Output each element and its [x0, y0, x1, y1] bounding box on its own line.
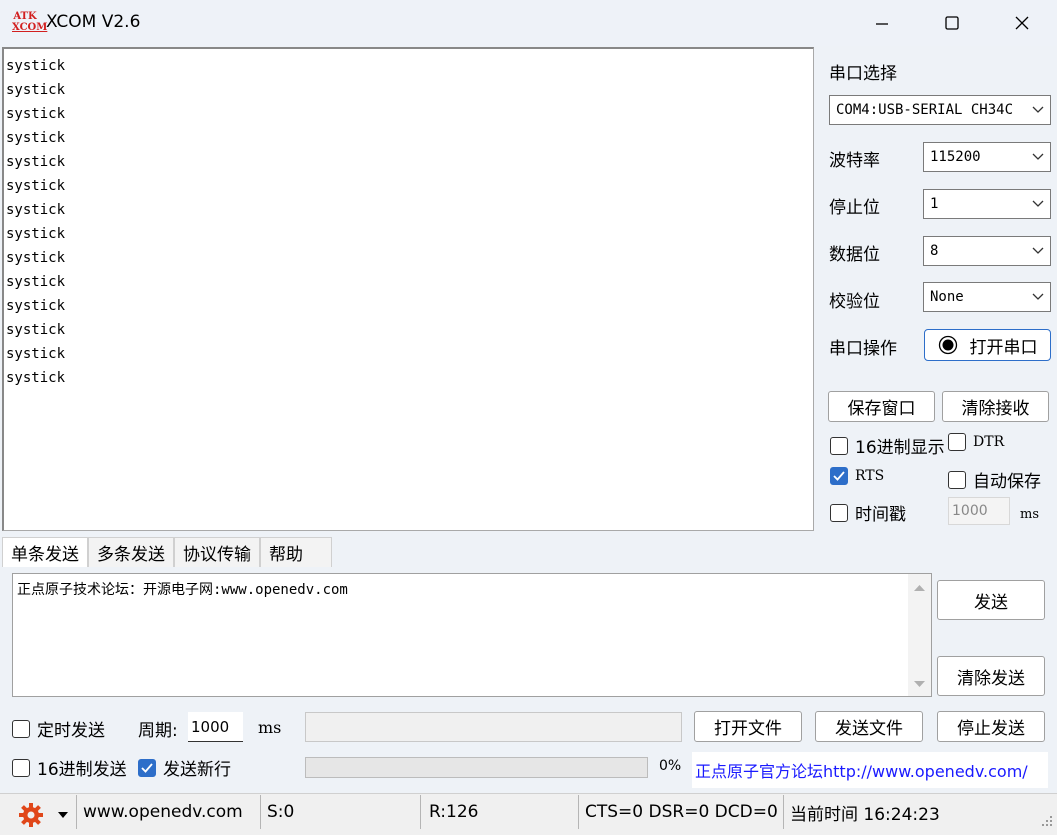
checkbox-box: [830, 503, 848, 522]
send-scrollbar[interactable]: [908, 574, 931, 696]
scroll-up-icon: [914, 585, 925, 591]
checkbox-box: [12, 719, 30, 738]
receive-line: systick: [6, 178, 66, 194]
send-file-button[interactable]: 发送文件: [815, 711, 923, 742]
minimize-button[interactable]: [847, 0, 917, 46]
parity-value: None: [930, 289, 964, 305]
baud-combo[interactable]: 115200: [923, 142, 1051, 172]
tab-protocol[interactable]: 协议传输: [174, 537, 260, 567]
file-path-input[interactable]: [305, 712, 682, 742]
data-bits-combo[interactable]: 8: [923, 236, 1051, 266]
progress-text: 0%: [659, 758, 682, 774]
dtr-checkbox[interactable]: DTR: [948, 433, 1004, 451]
receive-line: systick: [6, 370, 66, 386]
tab-multi-send[interactable]: 多条发送: [88, 537, 174, 567]
port-op-label: 串口操作: [829, 339, 897, 359]
checkbox-box: [948, 470, 966, 489]
status-time: 当前时间 16:24:23: [783, 795, 1033, 829]
app-logo: ATK XCOM: [12, 11, 48, 33]
receive-line: systick: [6, 274, 66, 290]
port-combo[interactable]: COM4:USB-SERIAL CH34C: [829, 95, 1051, 125]
rts-checkbox[interactable]: RTS: [830, 467, 884, 485]
save-window-button[interactable]: 保存窗口: [828, 391, 935, 422]
stop-bits-value: 1: [930, 196, 939, 212]
chevron-down-icon: [1032, 293, 1044, 300]
period-label: 周期:: [138, 721, 178, 741]
receive-line: systick: [6, 322, 66, 338]
baud-label: 波特率: [829, 151, 880, 171]
tab-single-send[interactable]: 单条发送: [2, 537, 88, 567]
minimize-icon: [876, 23, 888, 25]
parity-label: 校验位: [829, 292, 880, 312]
receive-line: systick: [6, 298, 66, 314]
period-unit: ms: [258, 718, 282, 737]
timed-send-checkbox[interactable]: 定时发送: [12, 716, 105, 741]
resize-grip-icon[interactable]: [1040, 814, 1054, 828]
data-bits-value: 8: [930, 243, 939, 259]
caret-down-icon: [58, 812, 68, 818]
clear-send-button[interactable]: 清除发送: [937, 656, 1045, 696]
receive-line: systick: [6, 226, 66, 242]
timestamp-checkbox[interactable]: 时间戳: [830, 500, 906, 525]
check-icon: [833, 471, 845, 481]
checkbox-box: [830, 467, 848, 485]
parity-combo[interactable]: None: [923, 282, 1051, 312]
port-value: COM4:USB-SERIAL CH34C: [836, 102, 1014, 118]
tab-help[interactable]: 帮助: [260, 537, 332, 567]
receive-line: systick: [6, 250, 66, 266]
receive-line: systick: [6, 82, 66, 98]
stop-send-button[interactable]: 停止发送: [937, 711, 1045, 742]
checkbox-box: [138, 758, 156, 777]
checkbox-box: [12, 758, 30, 777]
maximize-button[interactable]: [917, 0, 987, 46]
receive-line: systick: [6, 346, 66, 362]
status-received-count: R:126: [420, 795, 578, 829]
open-port-button[interactable]: 打开串口: [924, 329, 1051, 361]
receive-line: systick: [6, 154, 66, 170]
timestamp-interval-input[interactable]: 1000: [948, 497, 1010, 525]
forum-link[interactable]: 正点原子官方论坛http://www.openedv.com/: [692, 752, 1048, 788]
open-file-button[interactable]: 打开文件: [694, 711, 802, 742]
port-select-label: 串口选择: [829, 64, 897, 84]
receive-line: systick: [6, 130, 66, 146]
baud-value: 115200: [930, 149, 981, 165]
send-textarea[interactable]: 正点原子技术论坛：开源电子网:www.openedv.com: [12, 573, 932, 697]
receive-line: systick: [6, 202, 66, 218]
gear-icon: [19, 803, 43, 827]
timestamp-unit: ms: [1020, 507, 1039, 522]
check-icon: [141, 762, 153, 773]
receive-line: systick: [6, 106, 66, 122]
clear-receive-button[interactable]: 清除接收: [942, 391, 1049, 422]
chevron-down-icon: [1032, 247, 1044, 254]
window-title: XCOM V2.6: [46, 12, 141, 32]
status-signals: CTS=0 DSR=0 DCD=0: [578, 795, 783, 829]
send-progress-bar: [305, 757, 648, 778]
close-button[interactable]: [987, 0, 1057, 46]
checkbox-box: [830, 436, 848, 455]
chevron-down-icon: [1032, 153, 1044, 160]
send-newline-checkbox[interactable]: 发送新行: [138, 755, 231, 780]
receive-line: systick: [6, 58, 66, 74]
send-button[interactable]: 发送: [937, 580, 1045, 620]
receive-textarea[interactable]: systick systick systick systick systick systi…: [2, 47, 814, 531]
status-site: www.openedv.com: [76, 795, 260, 829]
scroll-down-icon: [914, 681, 925, 687]
hex-send-checkbox[interactable]: 16进制发送: [12, 755, 127, 780]
period-input[interactable]: 1000: [188, 712, 243, 742]
hex-display-checkbox[interactable]: 16进制显示: [830, 433, 945, 458]
checkbox-box: [948, 433, 966, 451]
send-tabs: 单条发送 多条发送 协议传输 帮助: [2, 537, 332, 567]
record-icon: [938, 335, 957, 355]
stop-bits-combo[interactable]: 1: [923, 189, 1051, 219]
settings-menu-button[interactable]: [16, 801, 76, 829]
chevron-down-icon: [1032, 200, 1044, 207]
maximize-icon: [945, 16, 959, 30]
chevron-down-icon: [1032, 106, 1044, 113]
data-bits-label: 数据位: [829, 245, 880, 265]
auto-save-checkbox[interactable]: 自动保存: [948, 467, 1041, 492]
stop-bits-label: 停止位: [829, 198, 880, 218]
close-icon: [1015, 16, 1029, 30]
status-sent-count: S:0: [260, 795, 420, 829]
